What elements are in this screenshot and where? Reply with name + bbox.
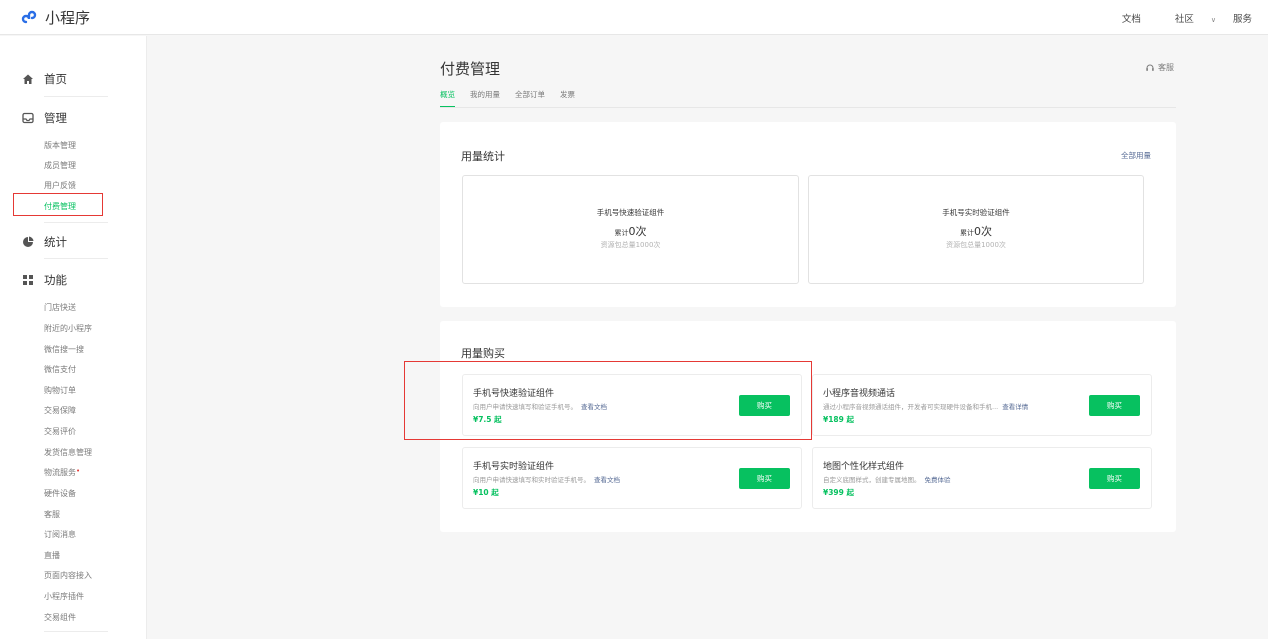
top-nav: 文档 社区 ∨ 服务 — [1105, 11, 1252, 25]
product-desc-text: 向用户申请快速填写和实时验证手机号。 — [473, 476, 590, 484]
product-desc: 自定义底图样式，创建专属地图。 免费体验 — [823, 474, 951, 484]
tab-all-orders[interactable]: 全部订单 — [515, 89, 545, 107]
product-desc: 向用户申请快速填写和实时验证手机号。 查看文档 — [473, 474, 620, 484]
sidebar-item-feedback[interactable]: 用户反馈 — [44, 180, 76, 191]
sidebar-item-stats[interactable]: 统计 — [22, 234, 67, 250]
product-price: ¥189 起 — [823, 415, 854, 424]
sidebar-item-feature[interactable]: 小程序插件 — [44, 591, 84, 602]
usage-stat-total: 资源包总量1000次 — [946, 241, 1006, 249]
sidebar-item-feature[interactable]: 客服 — [44, 509, 60, 520]
product-detail-link[interactable]: 查看详情 — [1002, 403, 1028, 411]
brand-name: 小程序 — [45, 9, 91, 27]
usage-stat-count: 累计0次 — [463, 223, 798, 239]
usage-stat-count: 累计0次 — [809, 223, 1143, 239]
mini-program-logo-icon — [21, 10, 37, 23]
sidebar-item-feature[interactable]: 门店快送 — [44, 302, 76, 313]
sidebar: 首页 管理 版本管理 成员管理 用户反馈 付费管理 统计 功能 门店快送 附近的… — [0, 36, 147, 639]
product-price: ¥399 起 — [823, 488, 854, 497]
sidebar-home-label: 首页 — [44, 72, 67, 86]
usage-stat-prefix: 累计 — [960, 229, 974, 237]
product-price: ¥10 起 — [473, 488, 499, 497]
product-card: 地图个性化样式组件 自定义底图样式，创建专属地图。 免费体验 ¥399 起 购买 — [812, 447, 1152, 509]
sidebar-item-feature[interactable]: 微信搜一搜 — [44, 344, 84, 355]
usage-stats-card: 用量统计 全部用量 手机号快速验证组件 累计0次 资源包总量1000次 手机号实… — [440, 122, 1176, 307]
sidebar-item-feature[interactable]: 页面内容接入 — [44, 570, 92, 581]
sidebar-item-version[interactable]: 版本管理 — [44, 140, 76, 151]
product-card: 手机号实时验证组件 向用户申请快速填写和实时验证手机号。 查看文档 ¥10 起 购… — [462, 447, 802, 509]
sidebar-item-feature[interactable]: 附近的小程序 — [44, 323, 92, 334]
nav-services[interactable]: 服务 — [1233, 11, 1252, 25]
service-label: 客服 — [1158, 63, 1174, 72]
sidebar-item-feature[interactable]: 硬件设备 — [44, 488, 76, 499]
sidebar-item-feature[interactable]: 直播 — [44, 550, 60, 561]
highlight-box — [13, 193, 103, 216]
product-doc-link[interactable]: 查看文档 — [594, 476, 620, 484]
product-name: 地图个性化样式组件 — [823, 462, 905, 472]
tab-my-usage[interactable]: 我的用量 — [470, 89, 500, 107]
sidebar-features-label: 功能 — [44, 273, 67, 287]
buy-button[interactable]: 购买 — [1089, 468, 1140, 489]
usage-stat-value: 0次 — [974, 225, 992, 238]
buy-button[interactable]: 购买 — [1089, 395, 1140, 416]
sidebar-item-feature[interactable]: 交易保障 — [44, 405, 76, 416]
tabs-divider — [440, 107, 1176, 108]
usage-stat-box: 手机号实时验证组件 累计0次 资源包总量1000次 — [808, 175, 1144, 284]
inbox-icon — [22, 112, 34, 124]
tab-invoice[interactable]: 发票 — [560, 89, 575, 107]
logo[interactable]: 小程序 — [20, 7, 90, 28]
sidebar-item-feature[interactable]: 交易评价 — [44, 426, 76, 437]
tab-overview[interactable]: 概览 — [440, 89, 455, 107]
sidebar-group-manage[interactable]: 管理 — [22, 110, 67, 126]
all-usage-link[interactable]: 全部用量 — [1121, 150, 1151, 161]
sidebar-group-features[interactable]: 功能 — [22, 272, 67, 288]
product-desc-text: 自定义底图样式，创建专属地图。 — [823, 476, 921, 484]
headset-icon — [1146, 64, 1154, 71]
grid-icon — [23, 275, 33, 285]
divider — [44, 631, 108, 632]
divider — [44, 258, 108, 259]
usage-stat-name: 手机号实时验证组件 — [942, 208, 1010, 217]
product-desc: 通过小程序音视频通话组件，开发者可实现硬件设备和手机... 查看详情 — [823, 401, 1028, 411]
new-dot-icon: • — [76, 467, 81, 475]
tab-bar: 概览 我的用量 全部订单 发票 — [440, 89, 590, 107]
divider — [44, 96, 108, 97]
top-bar: 小程序 文档 社区 ∨ 服务 — [0, 0, 1268, 35]
usage-stat-total: 资源包总量1000次 — [600, 241, 661, 249]
nav-community[interactable]: 社区 ∨ — [1158, 11, 1216, 25]
sidebar-item-feature[interactable]: 交易组件 — [44, 612, 76, 623]
sidebar-item-feature[interactable]: 购物订单 — [44, 385, 76, 396]
sidebar-item-members[interactable]: 成员管理 — [44, 160, 76, 171]
home-icon — [23, 74, 33, 84]
usage-stat-value: 0次 — [628, 225, 647, 238]
sidebar-item-logistics-label: 物流服务 — [44, 468, 76, 477]
highlight-box — [404, 361, 812, 440]
chevron-down-icon: ∨ — [1210, 16, 1216, 24]
service-link[interactable]: 客服 — [1145, 62, 1174, 73]
usage-stat-name: 手机号快速验证组件 — [596, 208, 665, 217]
product-card: 小程序音视频通话 通过小程序音视频通话组件，开发者可实现硬件设备和手机... 查看… — [812, 374, 1152, 436]
sidebar-stats-label: 统计 — [44, 235, 67, 249]
page-title: 付费管理 — [440, 60, 501, 78]
sidebar-item-feature[interactable]: 发货信息管理 — [44, 447, 92, 458]
sidebar-item-logistics[interactable]: 物流服务• — [44, 467, 80, 478]
buy-button[interactable]: 购买 — [739, 468, 790, 489]
nav-community-label: 社区 — [1174, 14, 1194, 25]
sidebar-manage-label: 管理 — [44, 111, 67, 125]
usage-stat-prefix: 累计 — [614, 229, 629, 237]
product-name: 手机号实时验证组件 — [473, 462, 555, 472]
usage-stats-title: 用量统计 — [461, 150, 505, 163]
purchase-title: 用量购买 — [461, 347, 505, 360]
usage-stat-box: 手机号快速验证组件 累计0次 资源包总量1000次 — [462, 175, 799, 284]
nav-docs[interactable]: 文档 — [1122, 11, 1141, 25]
divider — [44, 222, 108, 223]
product-name: 小程序音视频通话 — [823, 389, 896, 399]
sidebar-item-home[interactable]: 首页 — [22, 71, 67, 87]
product-trial-link[interactable]: 免费体验 — [925, 476, 951, 484]
pie-chart-icon — [23, 236, 34, 247]
sidebar-item-feature[interactable]: 订阅消息 — [44, 529, 76, 540]
product-desc-text: 通过小程序音视频通话组件，开发者可实现硬件设备和手机... — [823, 403, 999, 411]
sidebar-item-feature[interactable]: 微信支付 — [44, 364, 76, 375]
